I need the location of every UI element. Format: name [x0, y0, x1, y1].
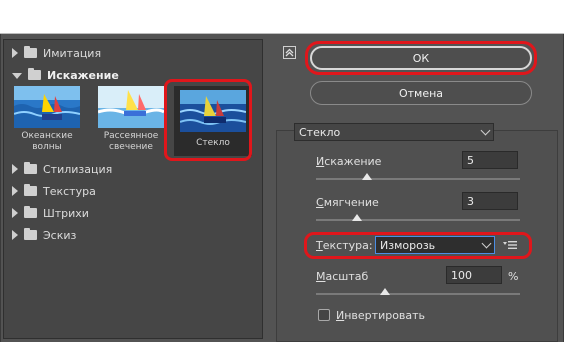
- texture-label: Текстура:: [316, 239, 373, 252]
- invert-label[interactable]: Инвертировать: [336, 309, 425, 322]
- category-sketch[interactable]: Эскиз: [4, 224, 262, 246]
- cancel-button[interactable]: Отмена: [310, 81, 532, 105]
- distortion-input[interactable]: 5: [462, 151, 518, 169]
- thumbnail-ocean-ripple[interactable]: Океанские волны: [8, 86, 86, 152]
- chevron-down-icon: [481, 238, 492, 249]
- category-texture[interactable]: Текстура: [4, 180, 262, 202]
- folder-icon: [28, 68, 41, 80]
- category-label: Имитация: [43, 46, 102, 60]
- thumbnail-caption: Океанские волны: [21, 131, 73, 152]
- expand-triangle-icon[interactable]: [12, 186, 18, 196]
- smoothness-slider-thumb[interactable]: [351, 214, 362, 221]
- scale-label: Масштаб: [316, 270, 369, 283]
- thumbnail-diffuse-glow[interactable]: Рассеянное свечение: [92, 86, 170, 156]
- scale-slider-thumb[interactable]: [380, 288, 391, 295]
- scale-slider-track[interactable]: [316, 293, 520, 295]
- folder-icon: [24, 162, 37, 174]
- filter-select-value: Стекло: [299, 125, 341, 139]
- folder-icon: [24, 46, 37, 58]
- glass-preview: [180, 90, 246, 132]
- scale-input[interactable]: 100: [446, 266, 502, 284]
- thumbnail-caption: Стекло: [196, 138, 230, 148]
- ok-button[interactable]: ОК: [310, 46, 532, 70]
- folder-icon: [24, 184, 37, 196]
- ocean-ripple-preview: [14, 86, 80, 128]
- smoothness-label: Смягчение: [316, 196, 379, 209]
- smoothness-slider-track[interactable]: [316, 219, 520, 221]
- expand-triangle-icon[interactable]: [12, 208, 18, 218]
- filter-browser: Имитация Искажение Океанские волны Рассе…: [3, 39, 263, 339]
- texture-select[interactable]: Изморозь: [375, 236, 495, 254]
- distortion-slider-thumb[interactable]: [362, 173, 372, 180]
- category-label: Штрихи: [43, 206, 89, 220]
- category-label: Эскиз: [43, 228, 77, 242]
- category-strokes[interactable]: Штрихи: [4, 202, 262, 224]
- category-stylize[interactable]: Стилизация: [4, 158, 262, 180]
- category-label: Стилизация: [43, 162, 113, 176]
- expand-triangle-icon[interactable]: [12, 230, 18, 240]
- texture-select-value: Изморозь: [380, 238, 436, 252]
- thumbnail-caption-line1: Рассеянное: [103, 131, 159, 141]
- collapse-chevron-icon: [285, 48, 294, 57]
- smoothness-input[interactable]: 3: [462, 192, 518, 210]
- thumbnail-caption-line2: свечение: [109, 142, 153, 152]
- folder-icon: [24, 206, 37, 218]
- expand-triangle-icon[interactable]: [12, 48, 18, 58]
- category-label: Искажение: [47, 68, 119, 82]
- window-title-bar: [0, 0, 564, 34]
- folder-icon: [24, 228, 37, 240]
- category-label: Текстура: [43, 184, 96, 198]
- filter-select[interactable]: Стекло: [294, 123, 494, 141]
- thumbnail-glass[interactable]: Стекло: [174, 86, 252, 156]
- category-imitation[interactable]: Имитация: [4, 42, 262, 64]
- expand-triangle-icon[interactable]: [12, 164, 18, 174]
- scale-unit: %: [508, 270, 519, 283]
- collapse-triangle-icon[interactable]: [12, 73, 22, 79]
- invert-checkbox[interactable]: [318, 309, 330, 321]
- chevron-down-icon: [480, 125, 491, 136]
- category-distortion[interactable]: Искажение: [4, 64, 262, 86]
- diffuse-glow-preview: [98, 86, 164, 128]
- texture-menu-icon[interactable]: [503, 240, 517, 250]
- distortion-slider-track[interactable]: [316, 178, 520, 180]
- distortion-label: Искажение: [316, 155, 382, 168]
- collapse-gallery-button[interactable]: [283, 46, 296, 59]
